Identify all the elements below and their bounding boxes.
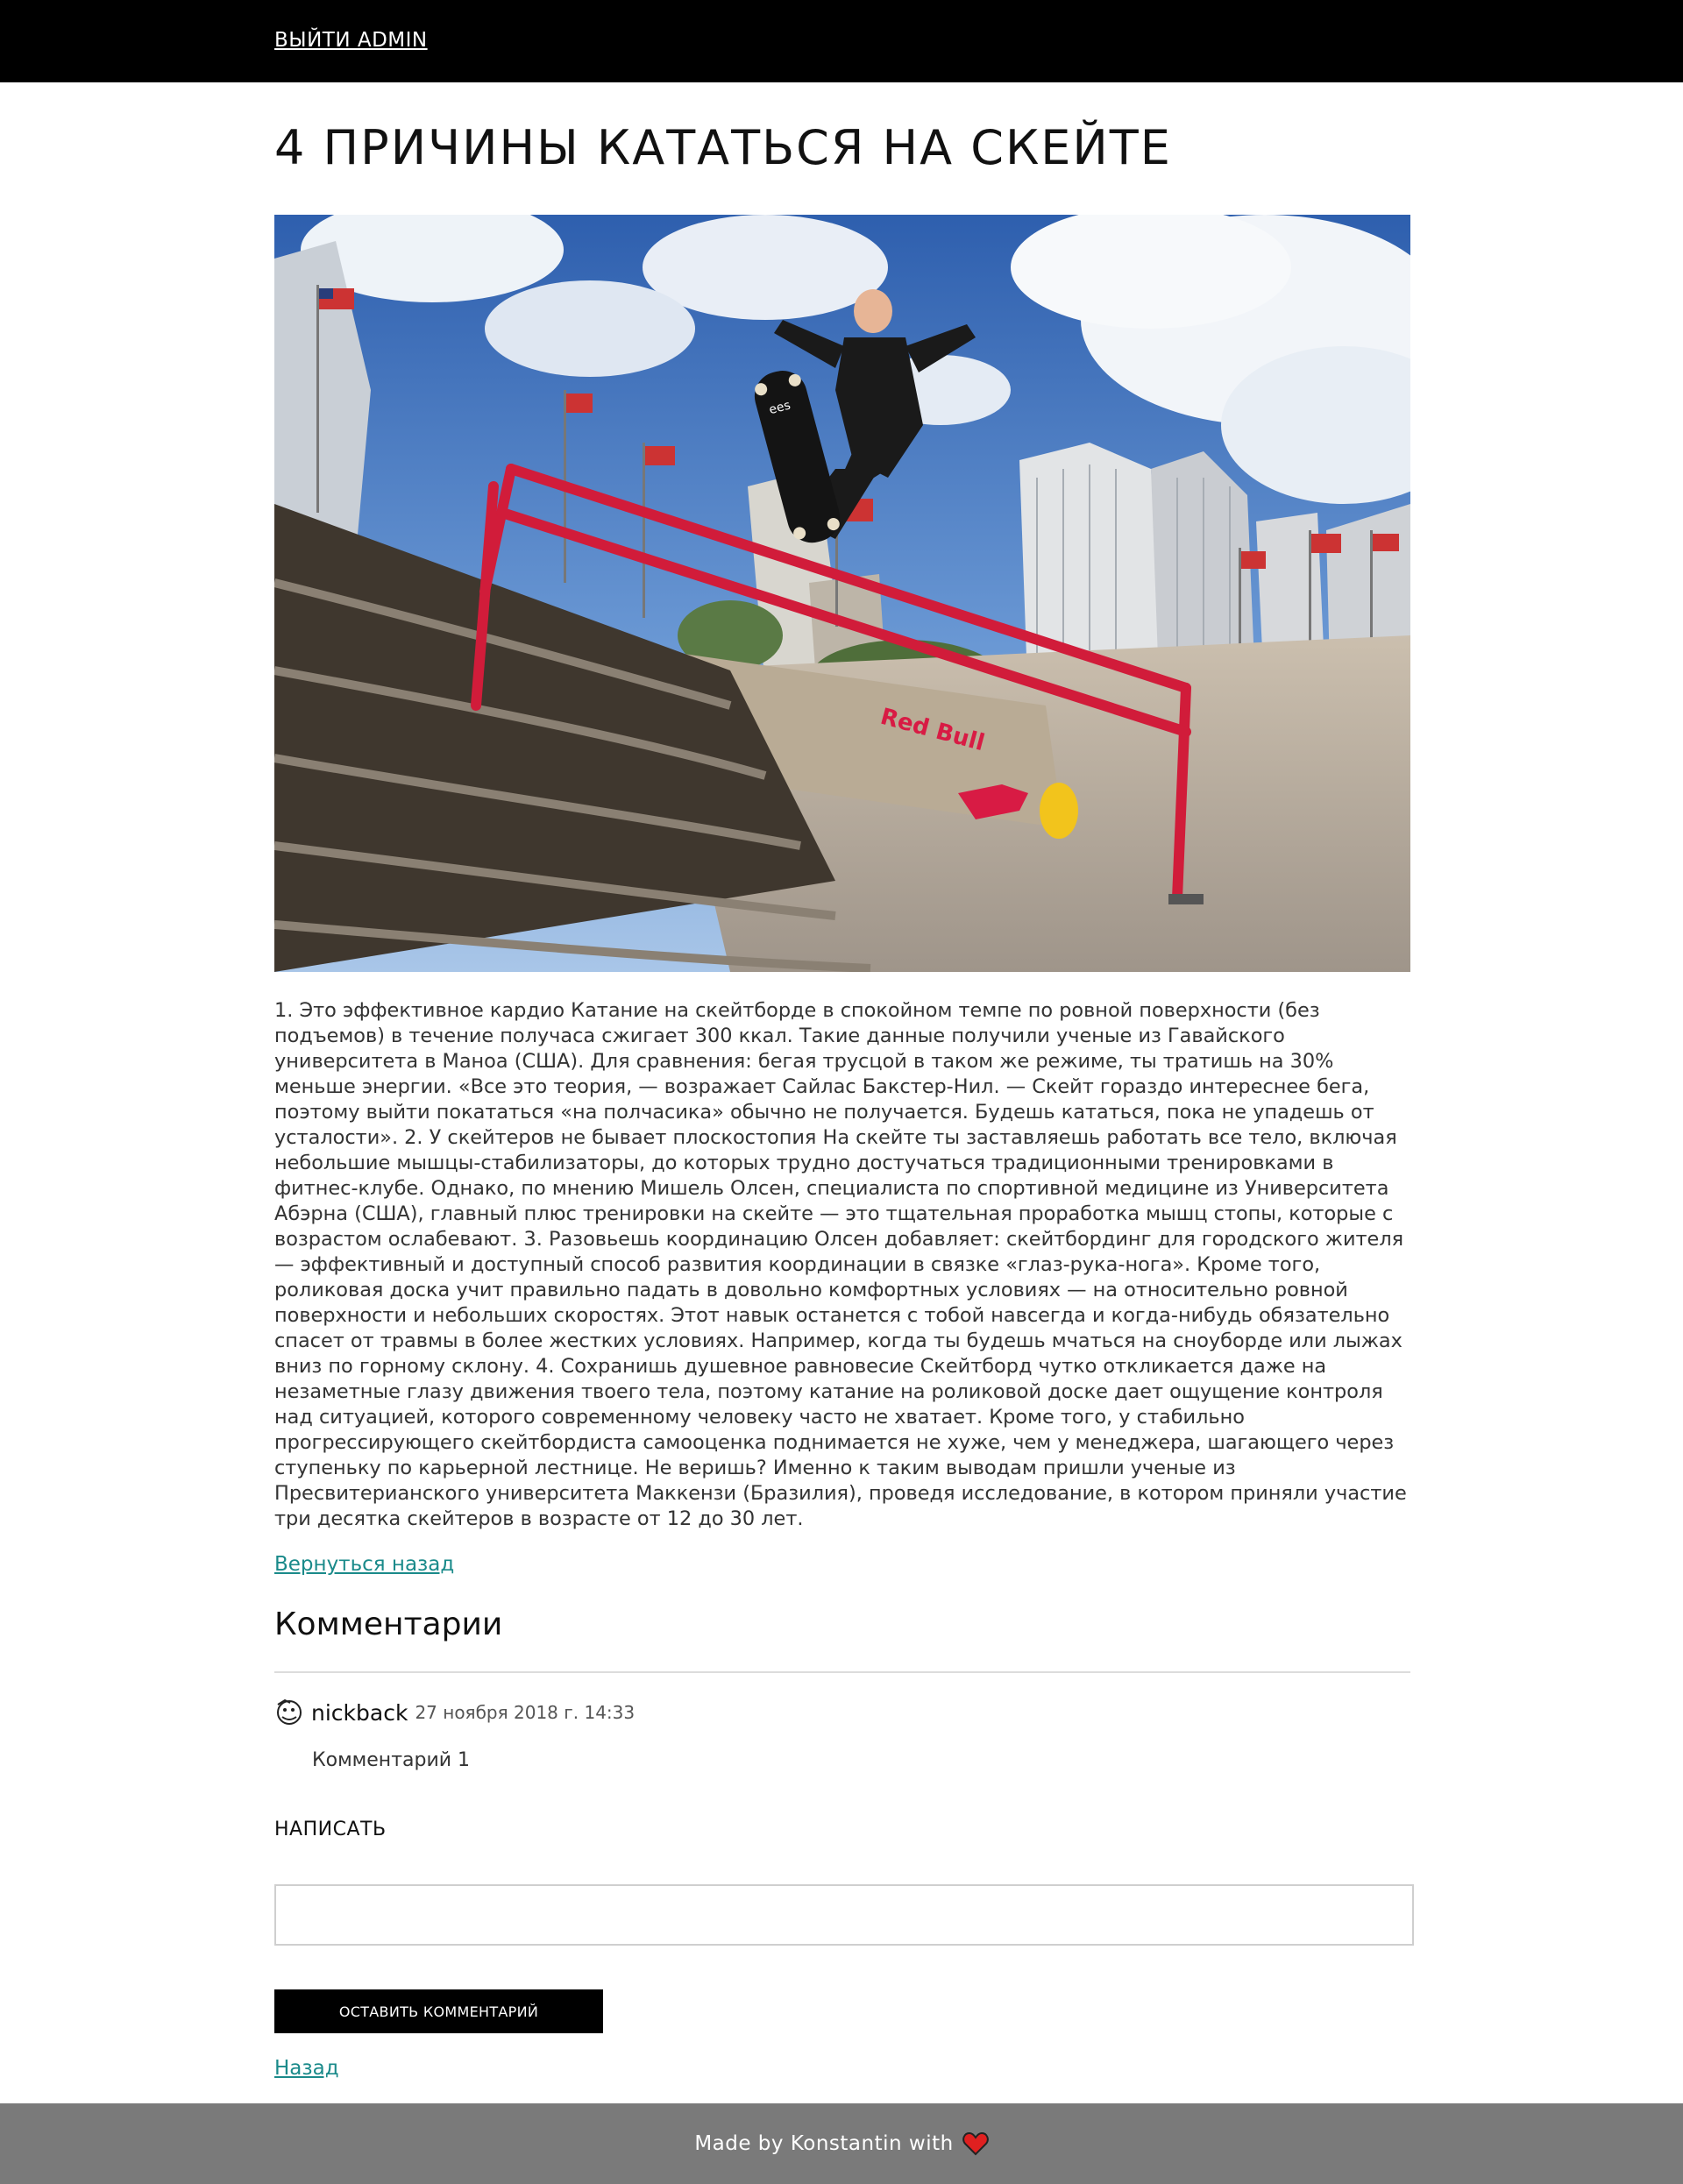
comment-input[interactable] [274,1884,1414,1946]
comments-heading: Комментарии [274,1606,503,1642]
article-body: 1. Это эффективное кардио Катание на ске… [274,999,1407,1530]
comment-meta: nickback 27 ноября 2018 г. 14:33 [274,1698,635,1727]
back-link[interactable]: Вернуться назад [274,1553,454,1576]
comment-author: nickback [311,1699,408,1726]
nav-back-link[interactable]: Назад [274,2057,339,2080]
comment-text: Комментарий 1 [312,1749,471,1771]
submit-comment-button[interactable]: ОСТАВИТЬ КОММЕНТАРИЙ [274,1989,603,2033]
logout-link[interactable]: ВЫЙТИ ADMIN [274,29,428,52]
top-navbar: ВЫЙТИ ADMIN [0,0,1683,82]
write-label: НАПИСАТЬ [274,1819,387,1840]
article-image: Red Bull ees [274,215,1410,972]
footer-text: Made by Konstantin with [694,2132,954,2155]
comment-date: 27 ноября 2018 г. 14:33 [415,1702,636,1723]
comments-divider [274,1671,1410,1673]
avatar-icon [274,1698,304,1727]
page-title: 4 ПРИЧИНЫ КАТАТЬСЯ НА СКЕЙТЕ [274,120,1172,175]
heart-icon [962,2131,989,2156]
footer: Made by Konstantin with [0,2103,1683,2184]
